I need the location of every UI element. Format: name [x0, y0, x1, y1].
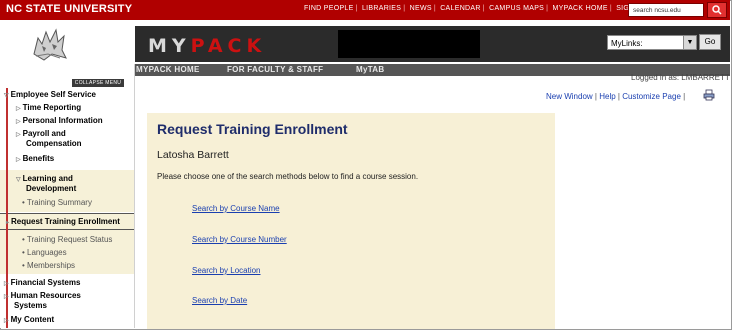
sidebar-item-financial[interactable]: ▷ Financial Systems: [4, 278, 80, 289]
top-link-news[interactable]: NEWS: [410, 5, 432, 12]
search-by-course-number-link[interactable]: Search by Course Number: [192, 235, 287, 244]
triangle-right-icon: ▷: [4, 318, 9, 324]
sidebar-item-training-summary[interactable]: • Training Summary: [22, 198, 92, 207]
chevron-down-icon: ▼: [683, 36, 696, 49]
top-link-libraries[interactable]: LIBRARIES: [362, 5, 401, 12]
triangle-right-icon: ▷: [16, 132, 21, 138]
triangle-right-icon: ▷: [16, 119, 21, 125]
sidebar-section-ess[interactable]: ▽ Employee Self Service: [4, 90, 96, 101]
triangle-right-icon: ▷: [16, 106, 21, 112]
sidebar-item-languages[interactable]: • Languages: [22, 248, 67, 257]
employee-name: Latosha Barrett: [157, 149, 229, 161]
search-by-course-name-link[interactable]: Search by Course Name: [192, 204, 280, 213]
tab-faculty-staff[interactable]: FOR FACULTY & STAFF: [227, 64, 323, 76]
sidebar-item-benefits[interactable]: ▷ Benefits: [16, 154, 54, 165]
sidebar-item-hr-line2[interactable]: Systems: [14, 301, 47, 310]
top-link-calendar[interactable]: CALENDAR: [440, 5, 481, 12]
top-links: FIND PEOPLE | LIBRARIES | NEWS | CALENDAR | …: [304, 5, 652, 12]
banner-placeholder: [338, 30, 480, 58]
tab-mytab[interactable]: MyTAB: [356, 64, 384, 76]
help-link[interactable]: Help: [599, 92, 615, 101]
wolf-logo-icon[interactable]: [30, 24, 70, 62]
sidebar-item-request-training[interactable]: ▸ Request Training Enrollment: [6, 217, 120, 228]
search-by-date-link[interactable]: Search by Date: [192, 296, 247, 305]
page-title: Request Training Enrollment: [157, 121, 348, 137]
tab-mypack-home[interactable]: MYPACK HOME: [136, 64, 200, 76]
top-link-campus-maps[interactable]: CAMPUS MAPS: [489, 5, 544, 12]
mypack-logo[interactable]: MYPACK: [148, 35, 266, 57]
search-icon: [712, 5, 722, 15]
triangle-right-icon: ▸: [6, 220, 10, 226]
top-link-mypack-home[interactable]: MYPACK HOME: [553, 5, 608, 12]
site-search-button[interactable]: [707, 2, 727, 18]
search-by-location-link[interactable]: Search by Location: [192, 266, 261, 275]
sidebar-item-time[interactable]: ▷ Time Reporting: [16, 103, 81, 114]
go-button[interactable]: Go: [699, 34, 721, 50]
customize-page-link[interactable]: Customize Page: [622, 92, 681, 101]
sidebar-item-personal[interactable]: ▷ Personal Information: [16, 116, 103, 127]
triangle-right-icon: ▷: [4, 294, 9, 300]
logged-in-status: Logged in as: LMBARRETT: [631, 73, 730, 82]
top-link-find-people[interactable]: FIND PEOPLE: [304, 5, 354, 12]
sidebar-item-training-status[interactable]: • Training Request Status: [22, 235, 112, 244]
triangle-down-icon: ▽: [4, 93, 9, 99]
triangle-down-icon: ▽: [16, 177, 21, 183]
collapse-menu-button[interactable]: COLLAPSE MENU: [72, 79, 124, 87]
new-window-link[interactable]: New Window: [546, 92, 593, 101]
triangle-right-icon: ▷: [16, 157, 21, 163]
university-brand[interactable]: NC STATE UNIVERSITY: [6, 3, 132, 15]
sidebar-item-payroll-line2[interactable]: Compensation: [26, 139, 82, 148]
mylinks-select[interactable]: MyLinks: ▼: [607, 35, 697, 50]
page-toolbar: New Window | Help | Customize Page |: [546, 92, 686, 101]
sidebar-item-memberships[interactable]: • Memberships: [22, 261, 75, 270]
sidebar-item-my-content[interactable]: ▷ My Content: [4, 315, 54, 326]
sidebar-item-learning-line2[interactable]: Development: [26, 184, 76, 193]
triangle-right-icon: ▷: [4, 281, 9, 287]
instructions-text: Please choose one of the search methods …: [157, 172, 419, 181]
print-icon[interactable]: [703, 89, 715, 101]
site-search-input[interactable]: search ncsu.edu: [628, 3, 704, 17]
